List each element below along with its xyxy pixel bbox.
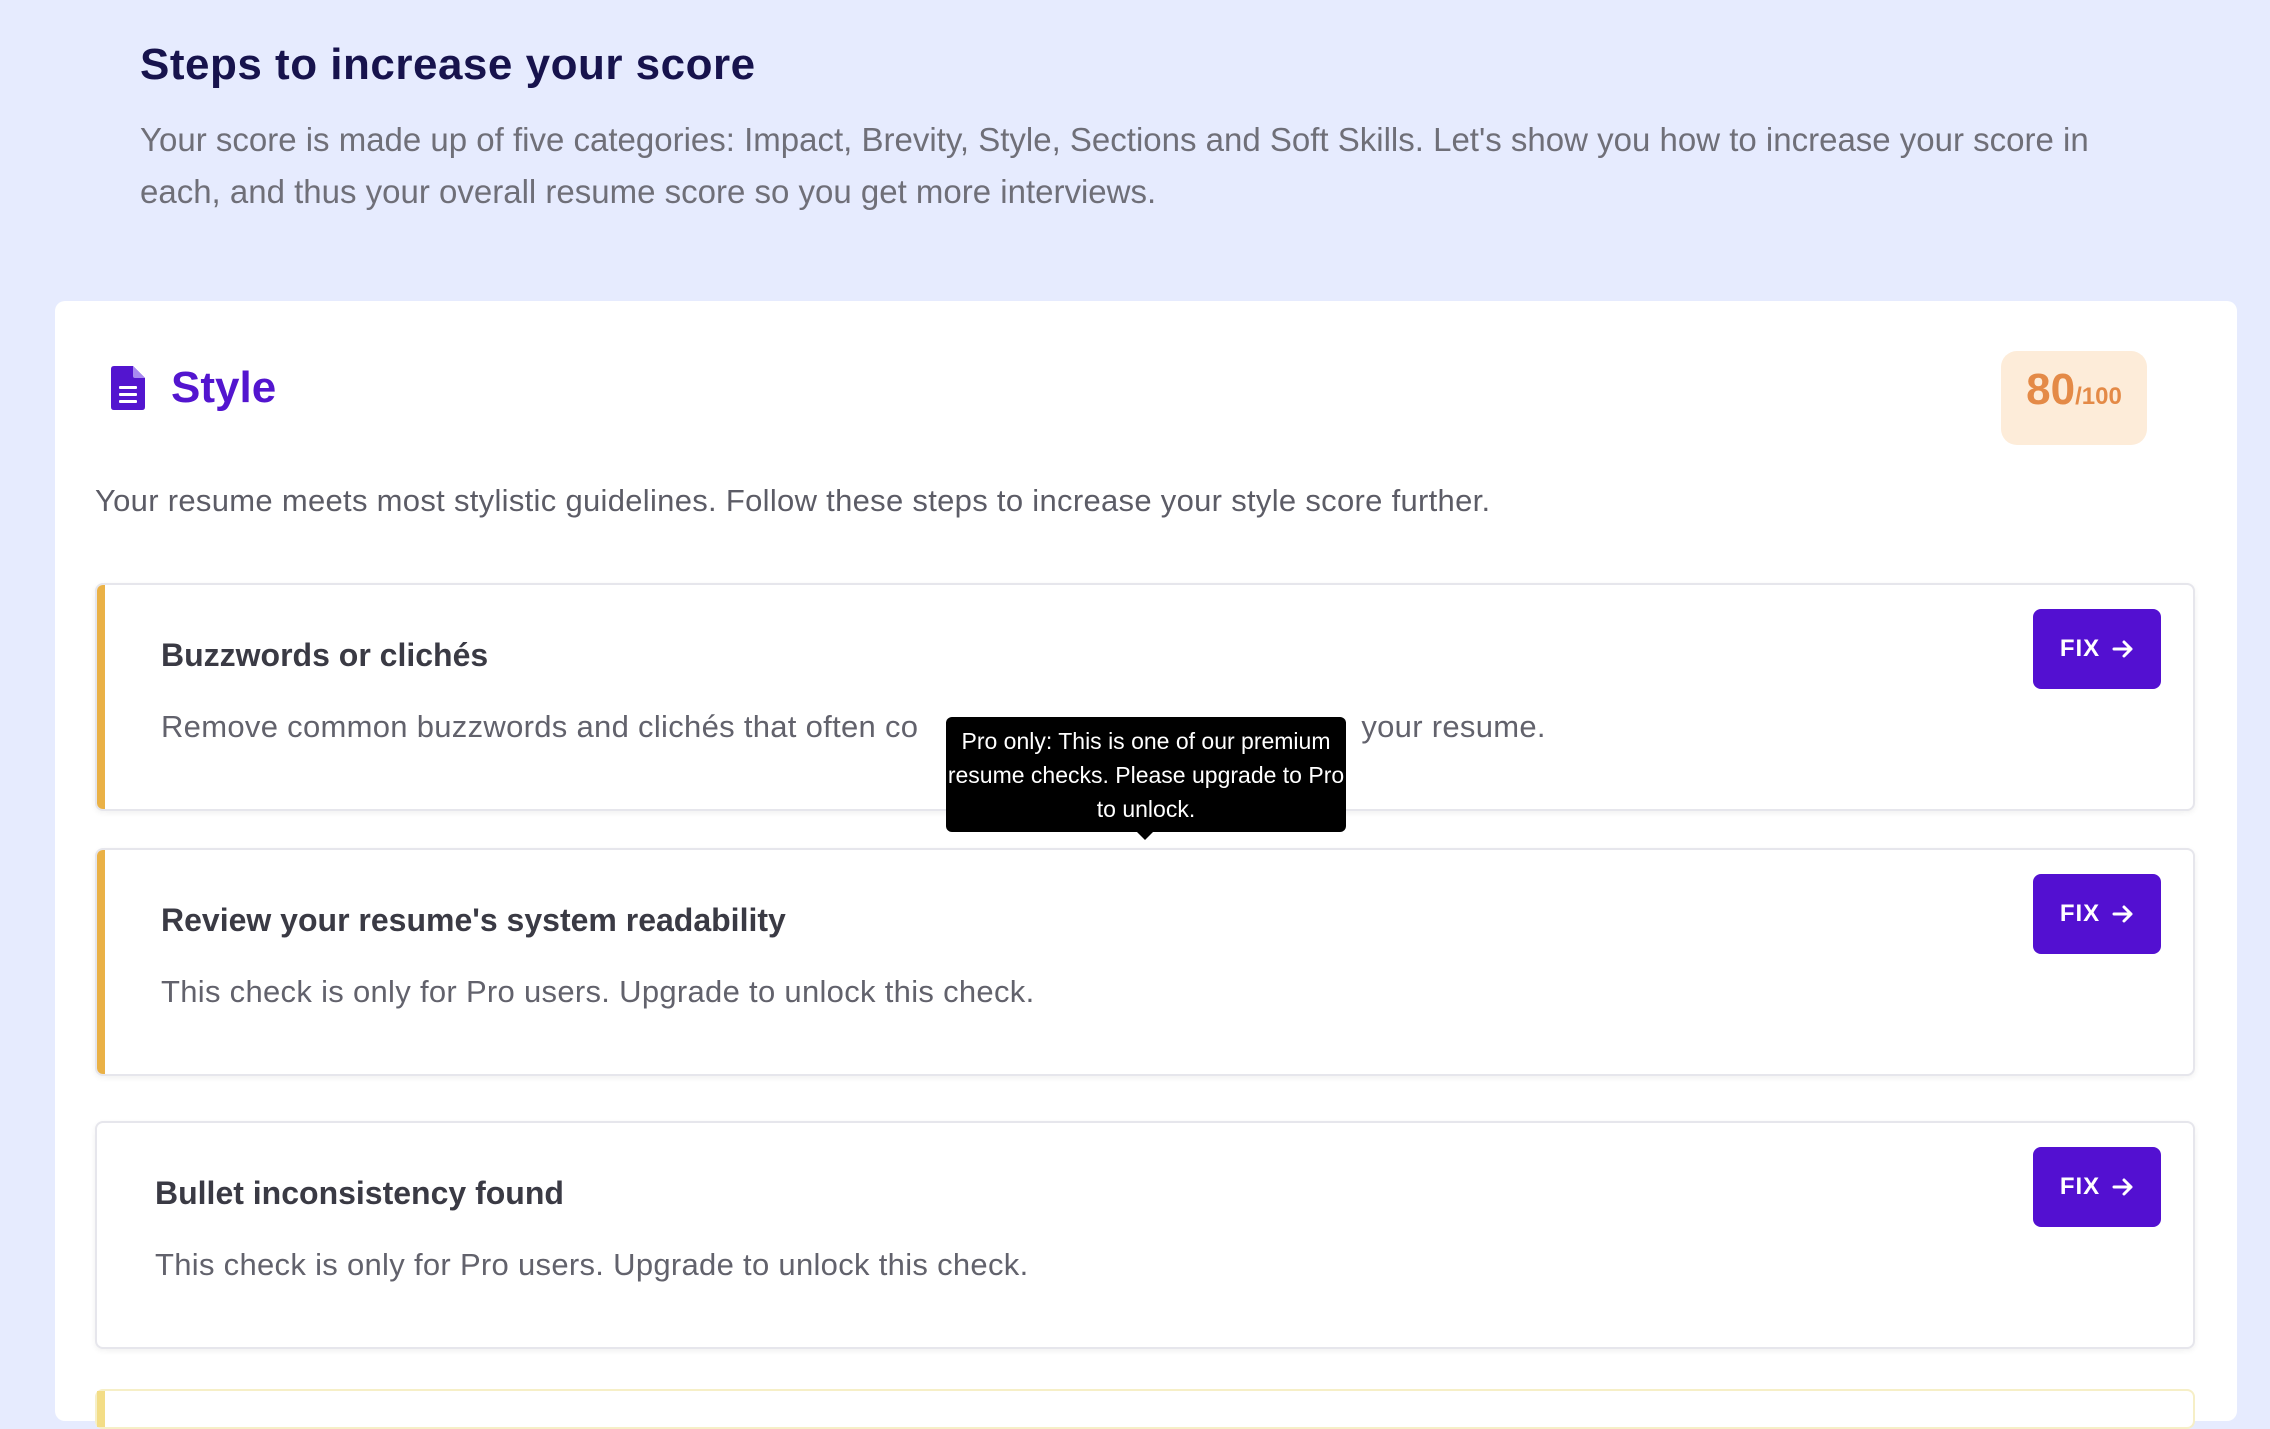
check-title: Buzzwords or clichés bbox=[161, 637, 489, 673]
fix-button[interactable]: FIX bbox=[2033, 609, 2161, 689]
fix-button-label: FIX bbox=[2059, 1173, 2101, 1200]
check-item-partial bbox=[95, 1389, 2195, 1429]
page-description: Your score is made up of five categories… bbox=[140, 121, 2089, 210]
pro-only-tooltip: Pro only: This is one of our premium res… bbox=[946, 717, 1346, 832]
check-description: This check is only for Pro users. Upgrad… bbox=[161, 974, 1035, 1009]
check-description: This check is only for Pro users. Upgrad… bbox=[155, 1247, 1029, 1282]
style-section-card: Style 80 /100 Your resume meets most sty… bbox=[55, 301, 2237, 1429]
page-header: Steps to increase your score Your score … bbox=[140, 40, 2140, 218]
score-max: /100 bbox=[2075, 383, 2122, 410]
check-item-readability: Review your resume's system readability … bbox=[95, 848, 2195, 1076]
section-title: Style bbox=[111, 363, 276, 413]
page-title: Steps to increase your score bbox=[140, 40, 756, 89]
arrow-right-icon bbox=[2112, 1178, 2133, 1196]
fix-button[interactable]: FIX bbox=[2033, 1147, 2161, 1227]
check-item-bullet-inconsistency: Bullet inconsistency found This check is… bbox=[95, 1121, 2195, 1349]
check-title: Review your resume's system readability bbox=[161, 902, 786, 938]
score-badge: 80 /100 bbox=[2001, 351, 2147, 445]
fix-button-label: FIX bbox=[2059, 635, 2101, 662]
fix-button-label: FIX bbox=[2059, 900, 2101, 927]
arrow-right-icon bbox=[2112, 905, 2133, 923]
document-icon bbox=[111, 366, 145, 410]
score-value: 80 bbox=[2026, 365, 2076, 414]
section-title-text: Style bbox=[171, 363, 277, 412]
arrow-right-icon bbox=[2112, 640, 2133, 658]
fix-button[interactable]: FIX bbox=[2033, 874, 2161, 954]
check-description-start: Remove common buzzwords and clichés that… bbox=[161, 709, 919, 744]
check-description-tail: your resume. bbox=[1361, 709, 1546, 744]
check-title: Bullet inconsistency found bbox=[155, 1175, 564, 1211]
tooltip-arrow bbox=[1135, 830, 1155, 840]
section-description: Your resume meets most stylistic guideli… bbox=[95, 483, 1491, 518]
